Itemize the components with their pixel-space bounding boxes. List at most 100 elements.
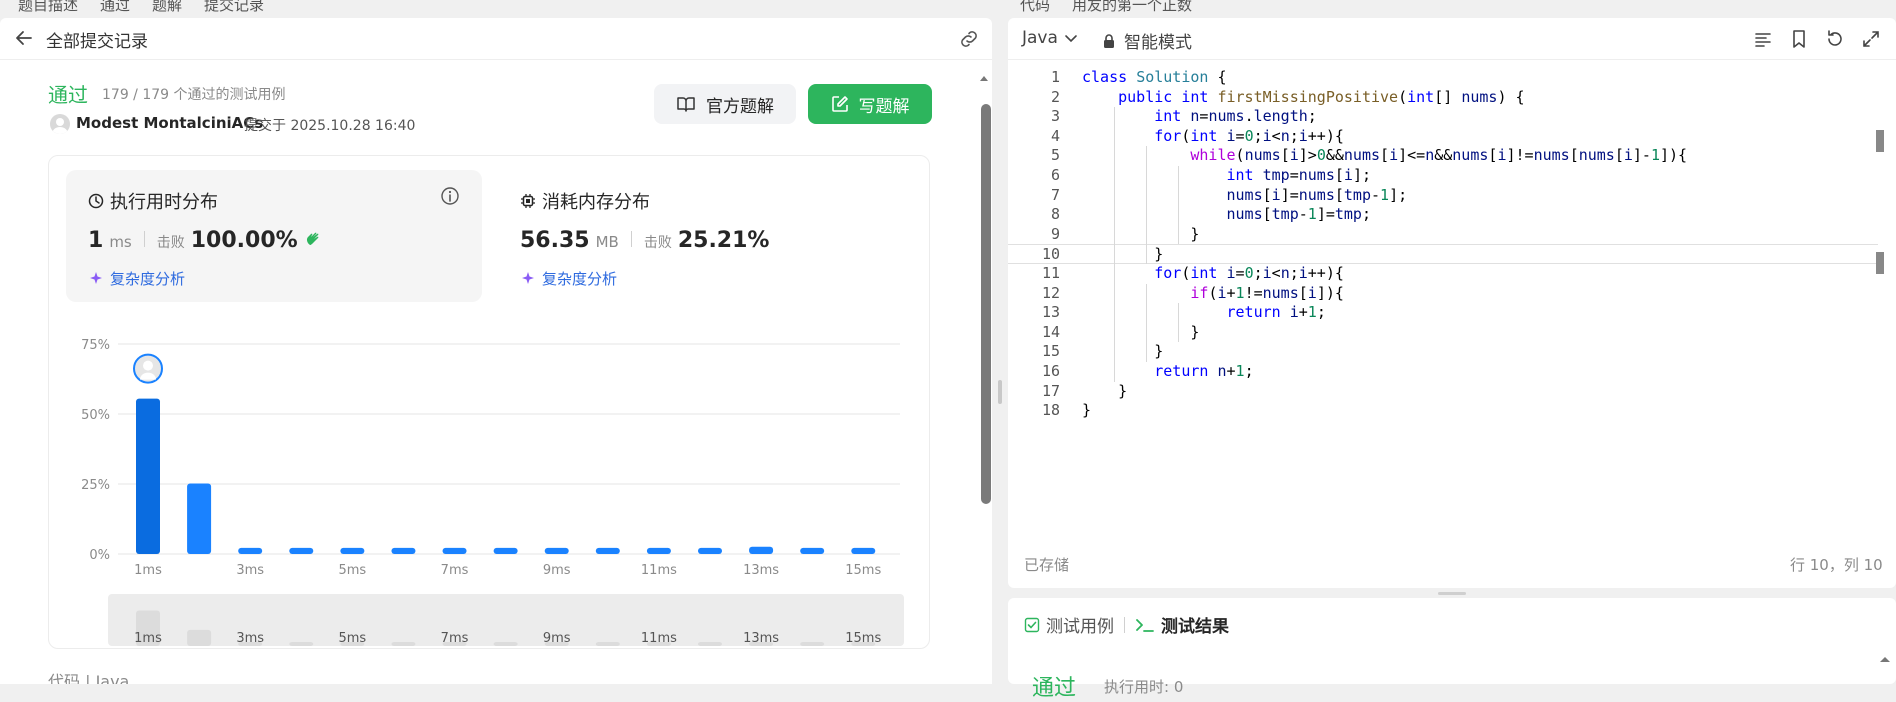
runtime-title: 执行用时分布: [88, 188, 218, 214]
range-overview-strip[interactable]: [108, 594, 904, 646]
lock-icon: [1104, 33, 1114, 48]
bar-12ms[interactable]: [697, 547, 722, 554]
bar-6ms[interactable]: [391, 547, 416, 554]
code-line[interactable]: 15 }: [1008, 342, 1878, 362]
tab-solutions[interactable]: 题解: [152, 0, 182, 15]
code-line[interactable]: 18}: [1008, 401, 1878, 421]
overview-tick-label: 15ms: [845, 631, 881, 646]
code-line[interactable]: 3 int n=nums.length;: [1008, 107, 1878, 127]
code-line[interactable]: 12 if(i+1!=nums[i]){: [1008, 284, 1878, 304]
bar-2ms[interactable]: [187, 483, 212, 554]
tab-accepted[interactable]: 通过: [100, 0, 130, 15]
indent-guide: [1146, 146, 1147, 264]
bar-8ms[interactable]: [493, 547, 518, 554]
cursor-position: 行 10，列 10: [1790, 556, 1883, 574]
memory-complexity-link[interactable]: 复杂度分析: [520, 268, 617, 289]
avatar[interactable]: [50, 114, 70, 134]
bar-14ms[interactable]: [800, 547, 825, 554]
code-line[interactable]: 13 return i+1;: [1008, 303, 1878, 323]
language-select[interactable]: Java: [1022, 28, 1078, 48]
expand-icon[interactable]: [1860, 28, 1882, 50]
tab-submissions[interactable]: 提交记录: [204, 0, 264, 15]
memory-unit: MB: [595, 233, 619, 251]
bar-9ms[interactable]: [544, 547, 569, 554]
indent-guide: [1146, 283, 1147, 362]
sparkle-icon: [522, 271, 534, 284]
scroll-up-icon[interactable]: [978, 73, 990, 83]
runtime-value: 1: [88, 228, 104, 253]
memory-distribution-box[interactable]: 消耗内存分布 56.35 MB 击败 25.21% 复杂度分析: [506, 170, 922, 302]
x-tick-label: 11ms: [641, 563, 677, 578]
y-tick-label: 0%: [89, 548, 110, 563]
bar-1ms[interactable]: [136, 398, 160, 554]
code-line[interactable]: 11 for(int i=0;i<n;i++){: [1008, 264, 1878, 284]
overview-bar: [697, 642, 722, 646]
code-line[interactable]: 7 nums[i]=nums[tmp-1];: [1008, 186, 1878, 206]
code-line[interactable]: 6 int tmp=nums[i];: [1008, 166, 1878, 186]
y-tick-label: 75%: [81, 338, 110, 353]
tab-testcase[interactable]: 测试用例: [1024, 612, 1114, 637]
panel-splitter[interactable]: [998, 380, 1002, 404]
tab-code[interactable]: 代码: [1020, 0, 1050, 15]
checkbox-icon: [1024, 617, 1040, 632]
bar-3ms[interactable]: [238, 547, 263, 554]
overview-tick-label: 9ms: [543, 631, 571, 646]
bar-11ms[interactable]: [646, 547, 671, 554]
code-line[interactable]: 4 for(int i=0;i<n;i++){: [1008, 127, 1878, 147]
code-line[interactable]: 10 }: [1008, 244, 1878, 264]
code-line[interactable]: 17 }: [1008, 382, 1878, 402]
bar-7ms[interactable]: [442, 547, 467, 554]
line-number: 15: [1041, 342, 1060, 361]
share-link-icon[interactable]: [958, 28, 980, 50]
runtime-complexity-link[interactable]: 复杂度分析: [88, 268, 185, 289]
mode-label: 智能模式: [1124, 33, 1192, 53]
bar-4ms[interactable]: [289, 547, 314, 554]
bar-15ms[interactable]: [851, 547, 876, 554]
bar-10ms[interactable]: [595, 547, 620, 554]
bookmark-icon[interactable]: [1788, 28, 1810, 50]
bar-5ms[interactable]: [340, 547, 365, 554]
format-icon[interactable]: [1752, 28, 1774, 50]
username[interactable]: Modest MontalciniACs: [76, 114, 263, 132]
submit-time: 提交于 2025.10.28 16:40: [244, 118, 416, 134]
user-avatar-icon: [52, 118, 68, 134]
line-number: 9: [1050, 224, 1060, 243]
resize-handle[interactable]: [1438, 592, 1466, 595]
code-line[interactable]: 9 }: [1008, 225, 1878, 245]
smart-mode-toggle[interactable]: 智能模式: [1102, 28, 1192, 53]
left-scrollbar-thumb[interactable]: [981, 104, 991, 504]
back-arrow-icon[interactable]: [14, 28, 34, 48]
memory-title: 消耗内存分布: [520, 188, 650, 214]
code-text: public int firstMissingPositive(int[] nu…: [1118, 87, 1525, 106]
official-solution-button[interactable]: 官方题解: [654, 84, 796, 124]
code-line[interactable]: 2 public int firstMissingPositive(int[] …: [1008, 88, 1878, 108]
tab-description[interactable]: 题目描述: [18, 0, 78, 15]
code-line[interactable]: 16 return n+1;: [1008, 362, 1878, 382]
reset-icon[interactable]: [1824, 28, 1846, 50]
info-icon[interactable]: [440, 186, 460, 206]
runtime-distribution-box[interactable]: 执行用时分布 1 ms 击败 100.00% 复杂度分析: [66, 170, 482, 302]
testcase-count: 179 / 179 个通过的测试用例: [102, 87, 286, 103]
code-area[interactable]: 1 class Solution {2 public int firstMissi…: [1008, 68, 1896, 508]
overview-bar: [289, 642, 314, 646]
code-text: nums[i]=nums[tmp-1];: [1226, 185, 1408, 204]
top-tab-strip: 题目描述 通过 题解 提交记录 代码 用友的第一个正数: [0, 0, 1896, 18]
code-line[interactable]: 8 nums[tmp-1]=tmp;: [1008, 205, 1878, 225]
write-solution-label: 写题解: [858, 96, 910, 117]
code-line[interactable]: 14 }: [1008, 323, 1878, 343]
tab-test-result[interactable]: 测试结果: [1135, 612, 1229, 637]
all-submissions-link[interactable]: 全部提交记录: [46, 27, 148, 52]
chip-icon: [521, 194, 535, 208]
write-solution-button[interactable]: 写题解: [808, 84, 932, 124]
code-line[interactable]: 5 while(nums[i]>0&&nums[i]<=n&&nums[i]!=…: [1008, 146, 1878, 166]
x-tick-label: 1ms: [134, 563, 162, 578]
scroll-up-icon[interactable]: [1878, 654, 1892, 664]
tab-problem-name[interactable]: 用友的第一个正数: [1072, 0, 1192, 15]
clap-icon: [306, 232, 319, 245]
code-line[interactable]: 1 class Solution {: [1008, 68, 1878, 88]
book-icon: [677, 97, 695, 112]
line-number: 6: [1050, 166, 1060, 184]
runtime-distribution-chart[interactable]: 0% 25% 50% 75% 1ms 3ms 5ms 7ms 9ms 11ms 13ms 15ms 1m…: [60, 318, 920, 654]
overview-tick-label: 13ms: [743, 631, 779, 646]
bar-13ms[interactable]: [749, 546, 774, 554]
